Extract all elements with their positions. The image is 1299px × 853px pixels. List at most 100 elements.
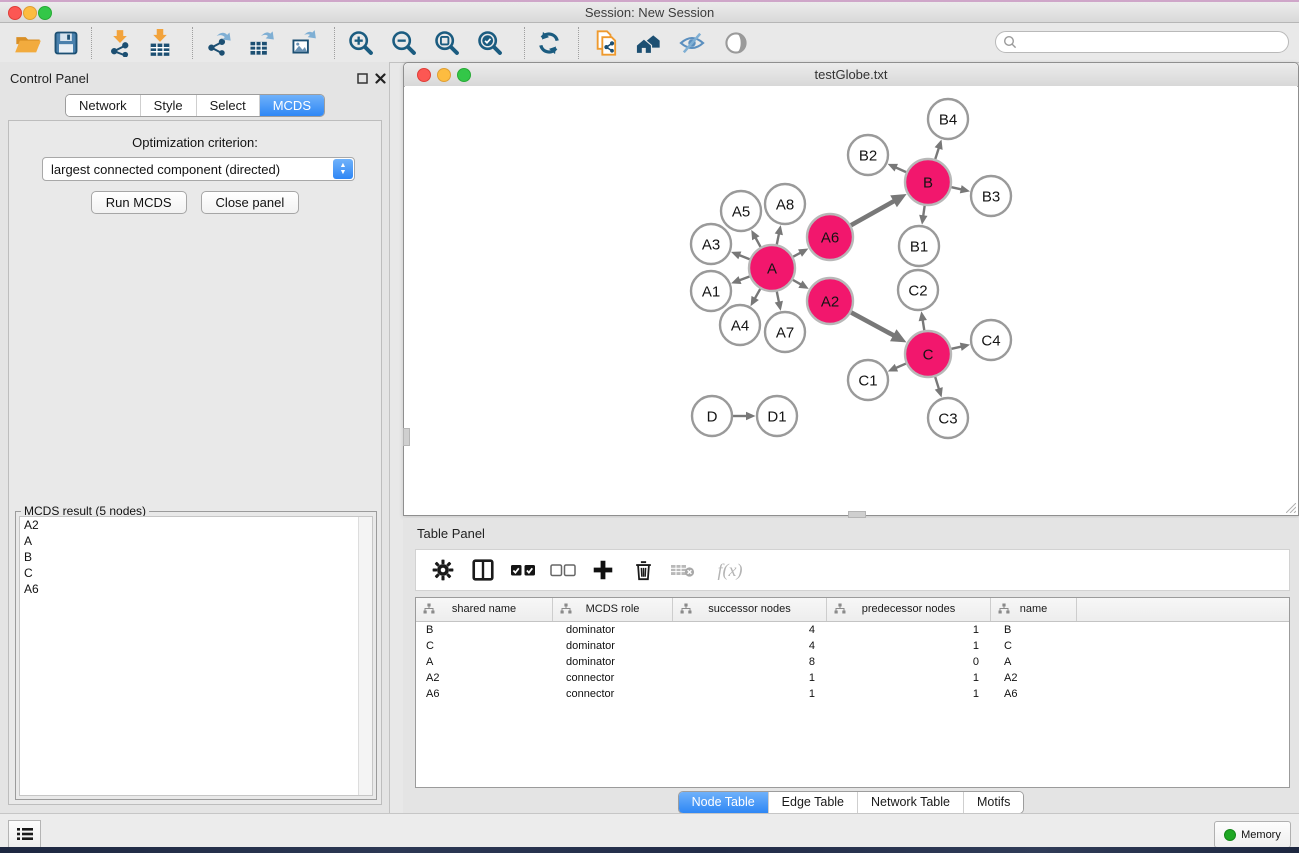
delete-column-button[interactable] <box>630 557 656 583</box>
graph-node-A6[interactable]: A6 <box>807 214 853 260</box>
graph-node-C2[interactable]: C2 <box>898 270 938 310</box>
graph-node-A8[interactable]: A8 <box>765 184 805 224</box>
network-horizontal-scroll-nub[interactable] <box>848 511 866 518</box>
graph-node-B4[interactable]: B4 <box>928 99 968 139</box>
graph-node-B[interactable]: B <box>905 159 951 205</box>
cell-MCDS-role[interactable]: connector <box>553 688 673 700</box>
tab-network[interactable]: Network <box>66 95 140 116</box>
cell-name[interactable]: A <box>991 656 1077 668</box>
cell-shared-name[interactable]: C <box>416 640 553 652</box>
home-icon[interactable] <box>634 29 662 57</box>
tab-style[interactable]: Style <box>140 95 196 116</box>
cell-successor-nodes[interactable]: 4 <box>673 624 827 636</box>
network-canvas[interactable]: A A1 A2 A3 A4 A5 A6 A7 A8 B B1 B2 B3B4 C C1 C2 C3C4 D D1 <box>405 86 1297 514</box>
memory-button[interactable]: Memory <box>1214 821 1291 848</box>
cell-predecessor-nodes[interactable]: 1 <box>827 688 991 700</box>
hide-graphics-details-icon[interactable] <box>678 29 706 57</box>
table-tab-network-table[interactable]: Network Table <box>857 792 963 813</box>
column-header-name[interactable]: name <box>991 598 1077 621</box>
graph-node-A2[interactable]: A2 <box>807 278 853 324</box>
graph-node-C3[interactable]: C3 <box>928 398 968 438</box>
cell-successor-nodes[interactable]: 4 <box>673 640 827 652</box>
search-input[interactable] <box>1017 34 1271 50</box>
export-table-icon[interactable] <box>247 29 275 57</box>
graph-node-C4[interactable]: C4 <box>971 320 1011 360</box>
column-header-MCDS-role[interactable]: MCDS role <box>553 598 673 621</box>
graph-node-A1[interactable]: A1 <box>691 271 731 311</box>
cell-shared-name[interactable]: A6 <box>416 688 553 700</box>
graph-node-B2[interactable]: B2 <box>848 135 888 175</box>
cell-successor-nodes[interactable]: 8 <box>673 656 827 668</box>
column-header-successor-nodes[interactable]: successor nodes <box>673 598 827 621</box>
table-row-A[interactable]: Adominator80A <box>416 654 1289 670</box>
graph-node-C1[interactable]: C1 <box>848 360 888 400</box>
function-builder-button[interactable]: f(x) <box>710 557 750 583</box>
graph-node-A[interactable]: A <box>749 245 795 291</box>
resize-grip-icon[interactable] <box>1286 503 1296 513</box>
graph-node-D1[interactable]: D1 <box>757 396 797 436</box>
cell-successor-nodes[interactable]: 1 <box>673 688 827 700</box>
refresh-icon[interactable] <box>535 29 563 57</box>
cell-shared-name[interactable]: A <box>416 656 553 668</box>
column-header-predecessor-nodes[interactable]: predecessor nodes <box>827 598 991 621</box>
select-all-columns-button[interactable] <box>510 557 536 583</box>
table-tab-motifs[interactable]: Motifs <box>963 792 1023 813</box>
network-window-titlebar[interactable]: testGlobe.txt <box>404 63 1298 87</box>
search-field[interactable] <box>995 31 1289 53</box>
cell-predecessor-nodes[interactable]: 1 <box>827 624 991 636</box>
mcds-result-item[interactable]: B <box>20 549 372 565</box>
cell-name[interactable]: A6 <box>991 688 1077 700</box>
run-mcds-button[interactable]: Run MCDS <box>91 191 187 214</box>
mcds-result-scrollbar[interactable] <box>358 517 372 795</box>
cell-name[interactable]: B <box>991 624 1077 636</box>
graph-node-A7[interactable]: A7 <box>765 312 805 352</box>
graph-edge-A2-C[interactable] <box>851 312 895 336</box>
graph-node-A5[interactable]: A5 <box>721 191 761 231</box>
cell-predecessor-nodes[interactable]: 1 <box>827 640 991 652</box>
import-network-icon[interactable] <box>106 29 134 57</box>
export-image-icon[interactable] <box>289 29 317 57</box>
cell-MCDS-role[interactable]: dominator <box>553 656 673 668</box>
unselect-all-columns-button[interactable] <box>550 557 576 583</box>
cell-successor-nodes[interactable]: 1 <box>673 672 827 684</box>
network-vertical-scroll-nub[interactable] <box>403 428 410 446</box>
graph-node-D[interactable]: D <box>692 396 732 436</box>
mcds-result-item[interactable]: A2 <box>20 517 372 533</box>
create-column-button[interactable] <box>590 557 616 583</box>
zoom-out-icon[interactable] <box>390 29 418 57</box>
delete-table-button[interactable] <box>670 557 696 583</box>
cell-predecessor-nodes[interactable]: 1 <box>827 672 991 684</box>
zoom-selected-icon[interactable] <box>476 29 504 57</box>
tab-select[interactable]: Select <box>196 95 259 116</box>
table-row-A6[interactable]: A6connector11A6 <box>416 686 1289 702</box>
graph-node-B1[interactable]: B1 <box>899 226 939 266</box>
save-session-icon[interactable] <box>52 29 80 57</box>
cell-MCDS-role[interactable]: dominator <box>553 640 673 652</box>
cell-shared-name[interactable]: A2 <box>416 672 553 684</box>
clone-network-icon[interactable] <box>593 29 621 57</box>
cell-predecessor-nodes[interactable]: 0 <box>827 656 991 668</box>
float-panel-icon[interactable] <box>356 72 369 85</box>
graph-node-B3[interactable]: B3 <box>971 176 1011 216</box>
optimization-criterion-select[interactable]: largest connected component (directed) ▲… <box>42 157 355 181</box>
tab-mcds[interactable]: MCDS <box>259 95 324 116</box>
table-options-button[interactable] <box>430 557 456 583</box>
table-row-C[interactable]: Cdominator41C <box>416 638 1289 654</box>
cell-shared-name[interactable]: B <box>416 624 553 636</box>
mcds-result-item[interactable]: A <box>20 533 372 549</box>
show-column-button[interactable] <box>470 557 496 583</box>
network-graph[interactable]: A A1 A2 A3 A4 A5 A6 A7 A8 B B1 B2 B3B4 C C1 C2 C3C4 D D1 <box>405 86 1297 514</box>
open-session-icon[interactable] <box>14 29 42 57</box>
graph-node-C[interactable]: C <box>905 331 951 377</box>
show-graphics-details-icon[interactable] <box>722 29 750 57</box>
mcds-result-item[interactable]: C <box>20 565 372 581</box>
graph-node-A3[interactable]: A3 <box>691 224 731 264</box>
task-history-button[interactable] <box>8 820 41 848</box>
table-tab-edge-table[interactable]: Edge Table <box>768 792 857 813</box>
export-network-icon[interactable] <box>205 29 233 57</box>
graph-edge-A6-B[interactable] <box>851 200 895 225</box>
column-header-shared-name[interactable]: shared name <box>416 598 553 621</box>
graph-node-A4[interactable]: A4 <box>720 305 760 345</box>
close-panel-icon[interactable] <box>374 72 387 85</box>
cell-name[interactable]: A2 <box>991 672 1077 684</box>
